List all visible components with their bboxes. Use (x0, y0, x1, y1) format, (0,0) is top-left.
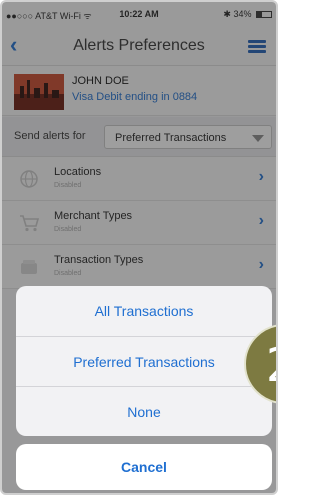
action-sheet: All Transactions Preferred Transactions … (16, 286, 272, 436)
cancel-button[interactable]: Cancel (16, 444, 272, 490)
phone-screen: ●●○○○ AT&T Wi-Fi ᯤ 10:22 AM ✱ 34% ‹ Aler… (0, 0, 278, 495)
option-all-transactions[interactable]: All Transactions (16, 286, 272, 336)
step-number: 2 (266, 338, 276, 392)
option-preferred-transactions[interactable]: Preferred Transactions (16, 336, 272, 386)
option-none[interactable]: None (16, 386, 272, 436)
